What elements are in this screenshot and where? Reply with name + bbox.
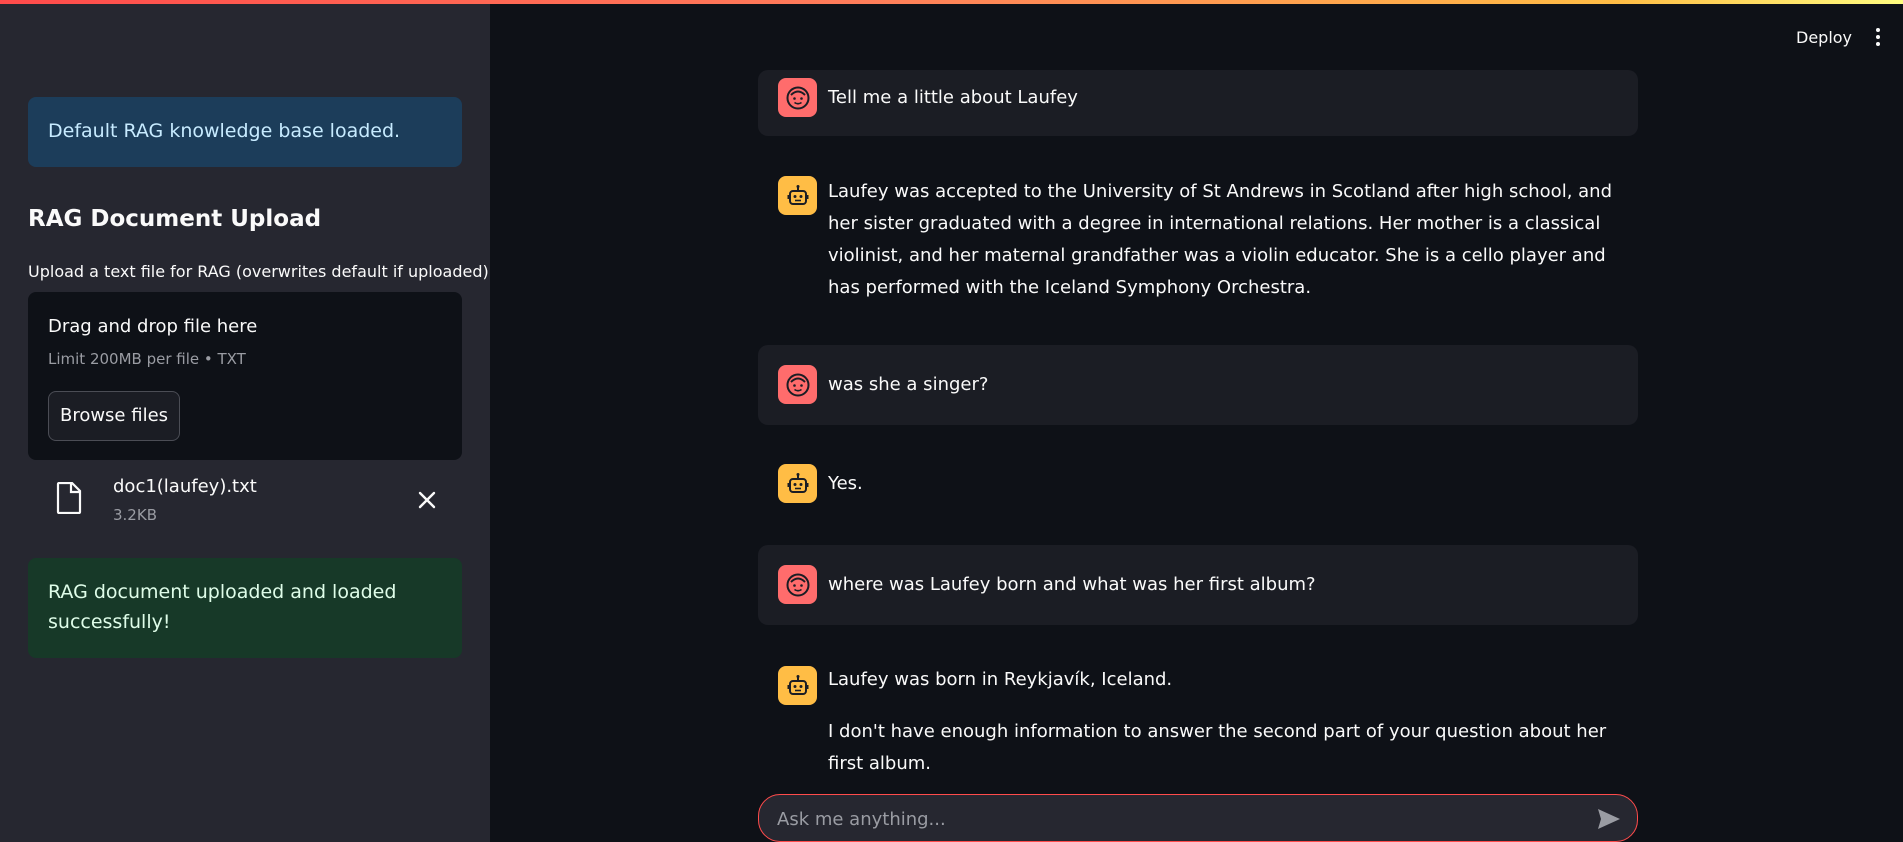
- success-alert: RAG document uploaded and loaded success…: [28, 558, 462, 658]
- chat-message-assistant: Laufey was born in Reykjavík, Iceland. I…: [758, 656, 1638, 786]
- file-dropzone[interactable]: Drag and drop file here Limit 200MB per …: [28, 292, 462, 460]
- deploy-button[interactable]: Deploy: [1796, 28, 1852, 47]
- message-text-secondary: I don't have enough information to answe…: [828, 721, 1607, 774]
- chat-input[interactable]: [777, 805, 1557, 833]
- file-size: 3.2KB: [113, 506, 157, 524]
- top-decoration-bar: [0, 0, 1903, 4]
- info-alert: Default RAG knowledge base loaded.: [28, 97, 462, 167]
- close-icon[interactable]: [417, 490, 437, 510]
- sidebar: Default RAG knowledge base loaded. RAG D…: [0, 0, 490, 842]
- chat-message-assistant: Laufey was accepted to the University of…: [758, 166, 1638, 312]
- message-text: where was Laufey born and what was her f…: [828, 574, 1316, 595]
- message-text: Yes.: [828, 473, 863, 494]
- section-title: RAG Document Upload: [28, 206, 322, 232]
- user-avatar-icon: [778, 78, 817, 117]
- dropzone-title: Drag and drop file here: [48, 316, 258, 337]
- chat-input-container: [758, 794, 1638, 842]
- message-text: Tell me a little about Laufey: [828, 87, 1078, 108]
- bot-avatar-icon: [778, 464, 817, 503]
- chat-message-user: Tell me a little about Laufey: [758, 70, 1638, 136]
- message-text: Laufey was accepted to the University of…: [828, 181, 1613, 298]
- file-icon: [56, 482, 82, 514]
- more-menu-icon[interactable]: [1873, 28, 1883, 50]
- message-text: Laufey was born in Reykjavík, Iceland.: [828, 669, 1173, 690]
- chat-message-assistant: Yes.: [758, 454, 1638, 514]
- chat-area: Tell me a little about Laufey Laufey was…: [758, 0, 1638, 842]
- upload-label: Upload a text file for RAG (overwrites d…: [28, 262, 489, 281]
- user-avatar-icon: [778, 365, 817, 404]
- chat-message-user: where was Laufey born and what was her f…: [758, 545, 1638, 625]
- bot-avatar-icon: [778, 176, 817, 215]
- chat-message-user: was she a singer?: [758, 345, 1638, 425]
- message-text: was she a singer?: [828, 374, 989, 395]
- file-name: doc1(laufey).txt: [113, 476, 257, 497]
- send-icon[interactable]: [1597, 808, 1621, 830]
- user-avatar-icon: [778, 565, 817, 604]
- bot-avatar-icon: [778, 666, 817, 705]
- browse-files-button[interactable]: Browse files: [48, 391, 180, 441]
- dropzone-limit: Limit 200MB per file • TXT: [48, 350, 246, 368]
- uploaded-file-item: doc1(laufey).txt 3.2KB: [28, 470, 462, 530]
